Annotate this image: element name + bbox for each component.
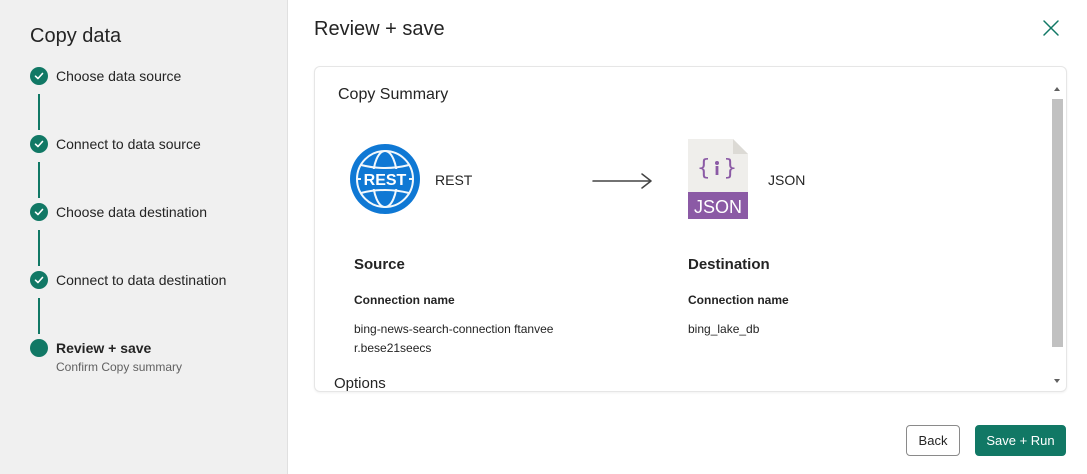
step-connector [38,94,40,130]
sidebar-title: Copy data [30,25,122,47]
step-choose-source: Choose data source [30,67,181,85]
check-icon [30,271,48,289]
check-icon [30,67,48,85]
back-button[interactable]: Back [906,425,960,456]
save-run-button[interactable]: Save + Run [975,425,1066,456]
step-label: Choose data destination [56,204,207,220]
source-type: REST [435,172,473,188]
close-icon [1043,20,1059,36]
vertical-scrollbar[interactable] [1051,83,1063,387]
scroll-up-icon[interactable] [1053,85,1061,93]
destination-type: JSON [768,172,806,188]
destination-connection-value: bing_lake_db [688,322,760,336]
step-label: Connect to data destination [56,272,227,288]
step-label: Connect to data source [56,136,201,152]
scroll-down-icon[interactable] [1053,377,1061,385]
options-heading: Options [334,375,386,392]
check-icon [30,135,48,153]
step-sublabel: Confirm Copy summary [56,360,183,374]
destination-connection-label: Connection name [688,293,789,307]
step-choose-destination: Choose data destination [30,203,207,221]
step-connector [38,162,40,198]
step-label: Review + save [56,340,152,356]
source-connection-value-line1: bing-news-search-connection ftanvee [354,322,554,336]
check-icon [30,203,48,221]
step-label: Choose data source [56,68,182,84]
step-connector [38,298,40,334]
json-file-icon: { } JSON [688,139,748,219]
source-connection-value: bing-news-search-connection ftanvee r.be… [354,320,553,358]
globe-icon: REST [350,144,420,214]
wizard-sidebar: Copy data Choose data source Connect to … [0,0,288,474]
arrow-right-icon [592,173,652,189]
source-heading: Source [354,256,405,273]
source-connection-value-line2: r.bese21seecs [354,341,432,355]
step-connect-destination: Connect to data destination [30,271,226,289]
current-step-dot [30,339,48,357]
source-connection-label: Connection name [354,293,455,307]
close-button[interactable] [1040,17,1062,39]
step-connect-source: Connect to data source [30,135,201,153]
step-review-save: Review + save Confirm Copy summary [30,339,182,374]
card-title: Copy Summary [338,86,449,103]
rest-icon-text: REST [364,172,407,189]
step-connector [38,230,40,266]
copy-summary-card: Copy Summary REST REST { } JSON JSON Sou… [314,66,1067,392]
json-icon-text: JSON [694,197,742,217]
scrollbar-thumb[interactable] [1052,99,1063,347]
destination-heading: Destination [688,256,770,273]
page-title: Review + save [314,18,445,40]
